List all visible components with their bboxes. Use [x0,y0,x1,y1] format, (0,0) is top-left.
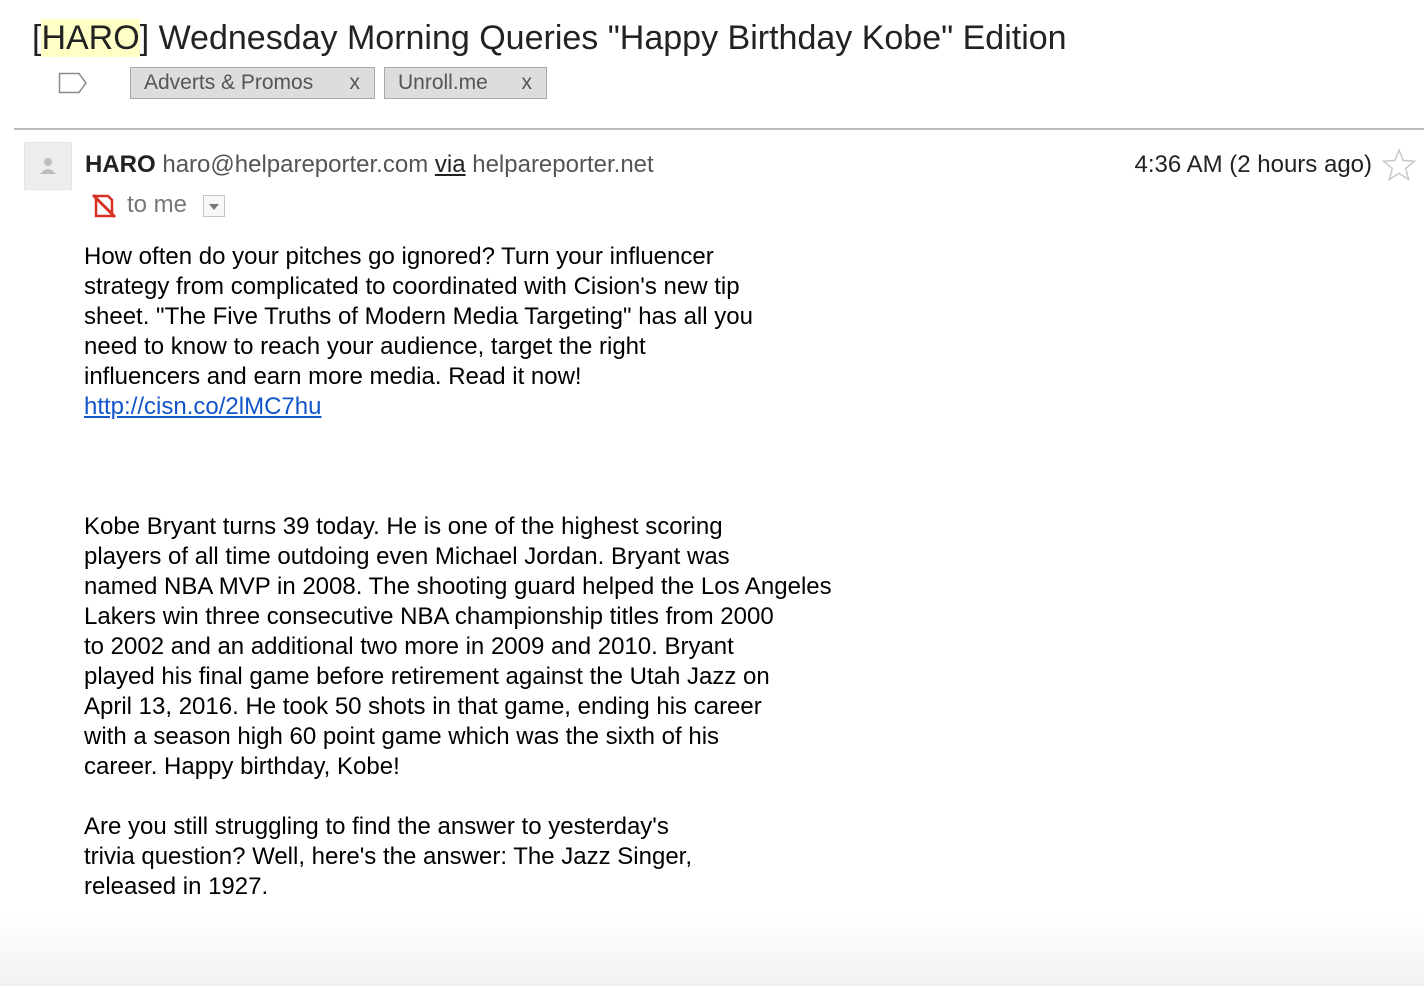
subject-highlight: HARO [41,19,140,57]
bottom-fade [0,916,1424,986]
label-chip-text: Unroll.me [398,71,488,94]
remove-label-button[interactable]: x [522,68,533,98]
email-subject: [HARO] Wednesday Morning Queries "Happy … [32,16,1067,60]
timestamp: 4:36 AM (2 hours ago) [1134,151,1372,178]
label-row: Adverts & Promos x Unroll.me x [0,66,700,102]
via-domain: helpareporter.net [472,151,654,178]
label-chip-adverts[interactable]: Adverts & Promos x [130,67,375,99]
body-paragraph: How often do your pitches go ignored? Tu… [84,243,753,390]
person-icon [40,158,56,174]
body-paragraph: Are you still struggling to find the ans… [84,813,693,900]
sender-name[interactable]: HARO [85,151,156,178]
no-entry-icon [90,192,118,228]
body-paragraph: Kobe Bryant turns 39 today. He is one of… [84,513,832,780]
subject-text: ] Wednesday Morning Queries "Happy Birth… [139,19,1067,57]
avatar[interactable] [24,142,72,190]
label-chip-text: Adverts & Promos [144,71,314,94]
remove-label-button[interactable]: x [350,68,361,98]
email-body: How often do your pitches go ignored? Tu… [84,242,944,902]
chevron-down-icon[interactable] [203,195,225,217]
label-chip-unrollme[interactable]: Unroll.me x [384,67,547,99]
star-icon[interactable] [1381,147,1417,187]
recipient-text: to me [127,191,188,218]
label-icon[interactable] [58,72,88,99]
sender-line: HARO haro@helpareporter.com via helparep… [85,150,654,180]
sender-address[interactable]: haro@helpareporter.com [162,151,428,178]
body-link[interactable]: http://cisn.co/2lMC7hu [84,392,321,422]
header-divider [14,128,1424,130]
via-link[interactable]: via [435,151,466,178]
